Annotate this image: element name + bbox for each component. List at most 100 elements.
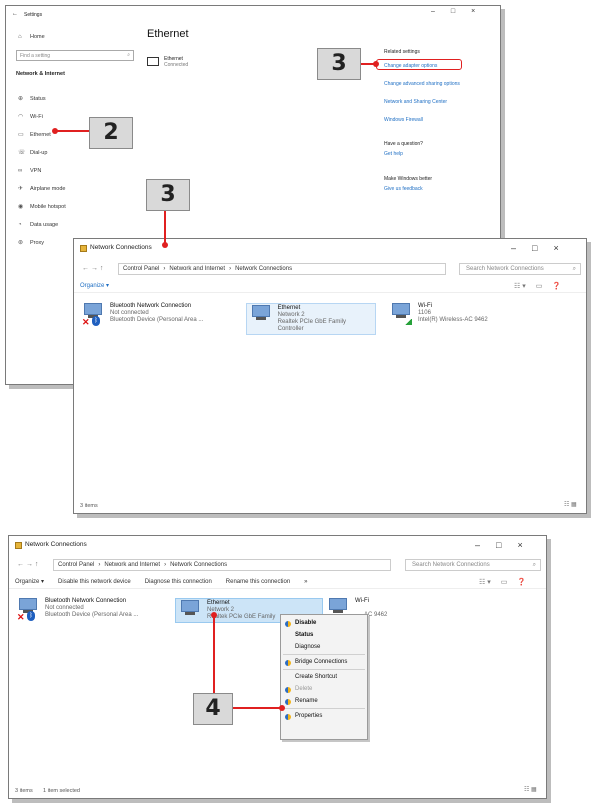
- preview-pane-icon[interactable]: ▭: [536, 282, 543, 290]
- vpn-icon: ∞: [18, 168, 23, 174]
- close-button[interactable]: ×: [517, 540, 522, 550]
- help-icon[interactable]: ❓: [552, 282, 561, 290]
- minimize-button[interactable]: –: [511, 243, 516, 253]
- rename-button[interactable]: Rename this connection: [226, 579, 290, 585]
- question-heading: Have a question?: [384, 141, 423, 147]
- shield-icon: [285, 660, 291, 666]
- nav-arrows[interactable]: ← → ↑: [17, 561, 38, 568]
- network-connections-window-2: Network Connections – □ × ← → ↑ Control …: [8, 535, 547, 799]
- close-button[interactable]: ×: [553, 243, 558, 253]
- status-bar-selected: 1 item selected: [43, 788, 80, 794]
- search-input[interactable]: Search Network Connections ⌕: [405, 559, 541, 571]
- view-icon[interactable]: ☷ ▾: [479, 578, 491, 586]
- disconnected-x-icon: ✕: [17, 612, 25, 622]
- sidebar-item-home[interactable]: ⌂ Home: [18, 34, 45, 40]
- menu-item-bridge[interactable]: Bridge Connections: [295, 659, 347, 665]
- advanced-sharing-link[interactable]: Change advanced sharing options: [384, 81, 460, 87]
- callout-2: 2: [89, 117, 133, 149]
- callout-4-horizontal-line: [233, 707, 281, 709]
- organize-menu[interactable]: Organize ▾: [80, 282, 109, 289]
- menu-separator: [283, 708, 365, 709]
- maximize-button[interactable]: □: [496, 540, 501, 550]
- organize-menu[interactable]: Organize ▾: [15, 578, 44, 585]
- maximize-button[interactable]: □: [451, 8, 455, 15]
- breadcrumb-network-connections[interactable]: Network Connections: [170, 562, 227, 568]
- window-app-icon: [15, 542, 22, 549]
- disable-device-button[interactable]: Disable this network device: [58, 579, 131, 585]
- maximize-button[interactable]: □: [532, 243, 537, 253]
- network-adapter-icon: [390, 303, 412, 319]
- section-heading: Network & Internet: [16, 71, 65, 77]
- address-bar[interactable]: Control Panel › Network and Internet › Net…: [118, 263, 446, 275]
- bluetooth-icon: ᛒ: [92, 316, 100, 326]
- help-icon[interactable]: ❓: [517, 578, 526, 586]
- window-app-icon: [80, 245, 87, 252]
- callout-3-settings-dot: [373, 61, 379, 67]
- sidebar-item-status[interactable]: ⊕ Status: [18, 96, 46, 102]
- sidebar-item-hotspot[interactable]: ◉ Mobile hotspot: [18, 204, 66, 210]
- sidebar-item-data-usage[interactable]: ◔ Data usage: [18, 222, 58, 228]
- sidebar-item-airplane[interactable]: ✈ Airplane mode: [18, 186, 65, 192]
- sidebar-item-dialup[interactable]: ☏ Dial-up: [18, 150, 47, 156]
- menu-separator: [283, 654, 365, 655]
- settings-back-icon[interactable]: ←: [12, 11, 18, 17]
- ethernet-adapter-tile[interactable]: Ethernet Connected: [147, 56, 188, 68]
- minimize-button[interactable]: –: [475, 540, 480, 550]
- sidebar-item-proxy[interactable]: ⊛ Proxy: [18, 240, 44, 246]
- search-icon: ⌕: [127, 52, 130, 58]
- network-adapter-icon: [179, 600, 201, 616]
- page-title: Ethernet: [147, 28, 189, 40]
- related-settings-heading: Related settings: [384, 49, 420, 55]
- status-view-icons[interactable]: ☷ ▦: [564, 501, 577, 508]
- menu-item-create-shortcut[interactable]: Create Shortcut: [295, 674, 337, 680]
- settings-search-input[interactable]: Find a setting ⌕: [16, 50, 134, 61]
- menu-item-disable[interactable]: Disable: [295, 620, 316, 626]
- close-button[interactable]: ×: [471, 8, 475, 15]
- nav-arrows[interactable]: ← → ↑: [82, 265, 103, 272]
- command-toolbar: Organize ▾: [74, 279, 586, 293]
- search-input[interactable]: Search Network Connections ⌕: [459, 263, 581, 275]
- menu-item-status[interactable]: Status: [295, 632, 313, 638]
- bluetooth-icon: ᛒ: [27, 611, 35, 621]
- status-view-icons[interactable]: ☷ ▦: [524, 786, 537, 793]
- preview-pane-icon[interactable]: ▭: [501, 578, 508, 586]
- network-adapter-icon: [250, 305, 272, 321]
- bluetooth-connection-item[interactable]: Bluetooth Network Connection Not connect…: [17, 598, 138, 619]
- get-help-link[interactable]: Get help: [384, 151, 403, 157]
- feedback-link[interactable]: Give us feedback: [384, 186, 423, 192]
- disconnected-x-icon: ✕: [82, 317, 90, 327]
- breadcrumb-control-panel[interactable]: Control Panel: [58, 562, 94, 568]
- ethernet-icon: ▭: [18, 132, 24, 138]
- airplane-icon: ✈: [18, 186, 24, 192]
- sidebar-item-vpn[interactable]: ∞ VPN: [18, 168, 41, 174]
- window-title: Network Connections: [90, 244, 152, 251]
- breadcrumb-control-panel[interactable]: Control Panel: [123, 266, 159, 272]
- search-icon: ⌕: [572, 265, 576, 272]
- menu-item-rename[interactable]: Rename: [295, 698, 318, 704]
- shield-icon: [285, 687, 291, 693]
- callout-3-window-dot: [162, 242, 168, 248]
- sidebar-item-wifi[interactable]: ◠ Wi-Fi: [18, 114, 43, 120]
- breadcrumb-network-internet[interactable]: Network and Internet: [169, 266, 225, 272]
- ethernet-monitor-icon: [147, 57, 159, 66]
- windows-firewall-link[interactable]: Windows Firewall: [384, 117, 423, 123]
- network-sharing-center-link[interactable]: Network and Sharing Center: [384, 99, 447, 105]
- network-adapter-icon: [327, 598, 349, 614]
- wifi-signal-icon: [404, 319, 412, 325]
- menu-item-diagnose[interactable]: Diagnose: [295, 644, 320, 650]
- settings-window-controls: – □ ×: [431, 8, 475, 15]
- bluetooth-connection-item[interactable]: Bluetooth Network Connection Not connect…: [82, 303, 203, 324]
- more-chevron-icon[interactable]: »: [304, 579, 307, 585]
- address-bar[interactable]: Control Panel › Network and Internet › Net…: [53, 559, 391, 571]
- sidebar-item-ethernet[interactable]: ▭ Ethernet: [18, 132, 51, 138]
- wifi-connection-item[interactable]: Wi-Fi: [327, 598, 369, 614]
- settings-title: Settings: [24, 12, 43, 18]
- minimize-button[interactable]: –: [431, 8, 435, 15]
- view-icon[interactable]: ☷ ▾: [514, 282, 526, 290]
- menu-item-properties[interactable]: Properties: [295, 713, 322, 719]
- breadcrumb-network-internet[interactable]: Network and Internet: [104, 562, 160, 568]
- ethernet-connection-item[interactable]: Ethernet Network 2 Realtek PCIe GbE Fami…: [246, 303, 376, 335]
- breadcrumb-network-connections[interactable]: Network Connections: [235, 266, 292, 272]
- diagnose-button[interactable]: Diagnose this connection: [145, 579, 212, 585]
- home-icon: ⌂: [18, 34, 22, 40]
